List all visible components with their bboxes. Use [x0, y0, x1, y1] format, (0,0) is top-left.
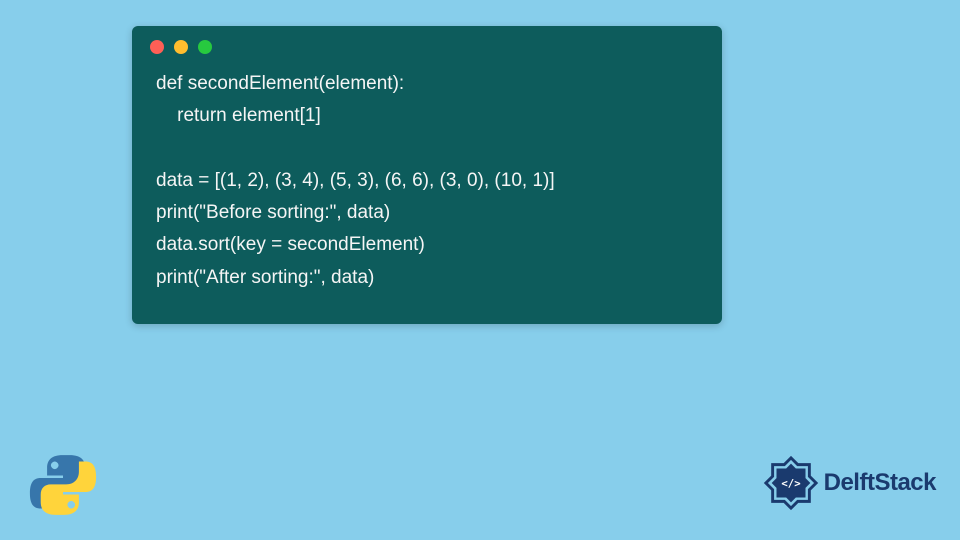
svg-text:</>: </>: [781, 477, 800, 490]
code-line: def secondElement(element):: [156, 73, 404, 94]
delftstack-logo: </> DelftStack: [762, 454, 936, 512]
code-line: data.sort(key = secondElement): [156, 234, 425, 255]
maximize-icon: [198, 40, 212, 54]
code-line: print("Before sorting:", data): [156, 202, 390, 223]
code-window: def secondElement(element): return eleme…: [132, 26, 722, 324]
window-controls: [132, 26, 722, 62]
code-line: return element[1]: [156, 105, 321, 126]
code-block: def secondElement(element): return eleme…: [132, 62, 722, 314]
python-logo-icon: [28, 450, 98, 520]
code-line: print("After sorting:", data): [156, 267, 374, 288]
minimize-icon: [174, 40, 188, 54]
code-line: data = [(1, 2), (3, 4), (5, 3), (6, 6), …: [156, 170, 555, 191]
close-icon: [150, 40, 164, 54]
brand-name: DelftStack: [824, 469, 936, 497]
delftstack-badge-icon: </>: [762, 454, 820, 512]
